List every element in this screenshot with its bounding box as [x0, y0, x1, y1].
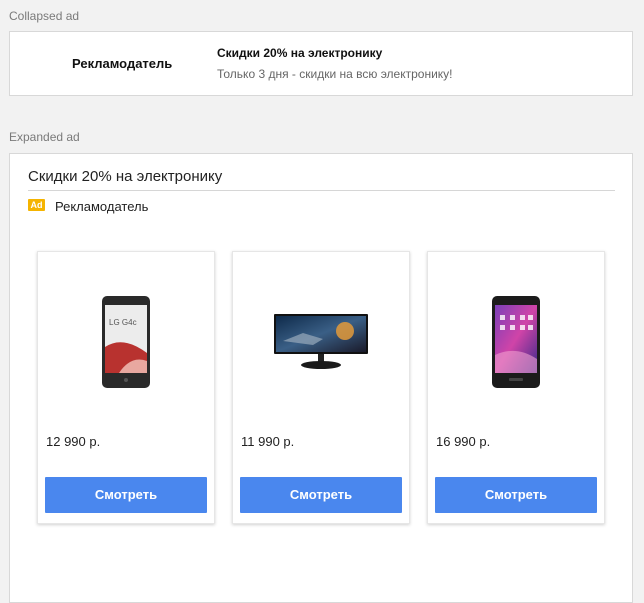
product-card[interactable]: 11 990 р. Смотреть — [232, 251, 410, 524]
svg-text:LG G4c: LG G4c — [109, 318, 137, 327]
collapsed-advertiser: Рекламодатель — [72, 56, 173, 71]
view-button[interactable]: Смотреть — [45, 477, 207, 513]
title-divider — [28, 190, 615, 191]
expanded-advertiser: Рекламодатель — [55, 199, 149, 214]
product-card[interactable]: 16 990 р. Смотреть — [427, 251, 605, 524]
product-price: 16 990 р. — [436, 434, 491, 449]
product-card[interactable]: LG G4c 12 990 р. Смотреть — [37, 251, 215, 524]
smartphone-lg-g4c-image[interactable]: LG G4c — [38, 282, 214, 402]
view-button[interactable]: Смотреть — [240, 477, 402, 513]
ad-badge: Ad — [28, 199, 45, 211]
expanded-ad: Скидки 20% на электронику Ad Рекламодате… — [9, 153, 633, 603]
expanded-ad-label: Expanded ad — [9, 130, 80, 144]
monitor-image[interactable] — [233, 282, 409, 402]
smartphone-asus-image[interactable] — [428, 282, 604, 402]
expanded-title[interactable]: Скидки 20% на электронику — [28, 168, 222, 185]
collapsed-ad-label: Collapsed ad — [9, 9, 80, 23]
view-button[interactable]: Смотреть — [435, 477, 597, 513]
collapsed-ad[interactable]: Рекламодатель Скидки 20% на электронику … — [9, 31, 633, 96]
product-price: 12 990 р. — [46, 434, 101, 449]
collapsed-headline[interactable]: Скидки 20% на электронику — [217, 46, 382, 60]
product-price: 11 990 р. — [241, 434, 295, 449]
collapsed-description: Только 3 дня - скидки на всю электронику… — [217, 67, 453, 81]
